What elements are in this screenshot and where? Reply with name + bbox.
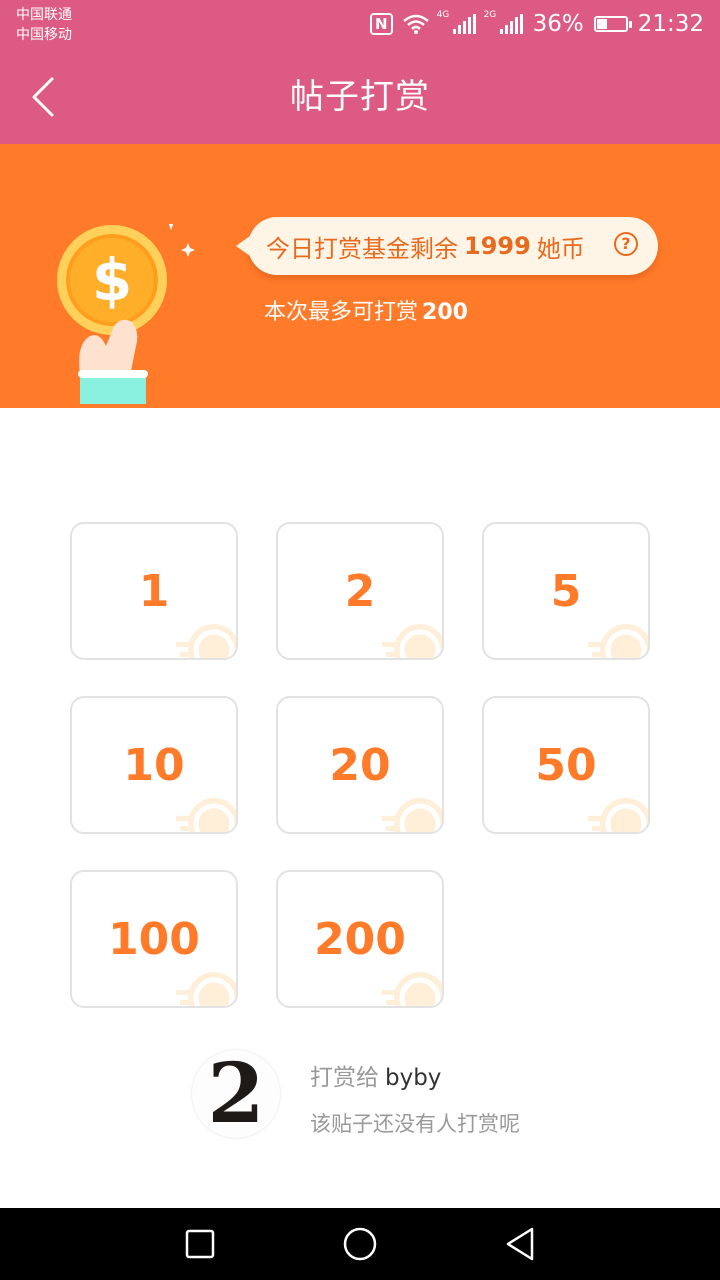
coin-watermark-icon [176, 798, 236, 832]
coin-watermark-icon [176, 624, 236, 658]
status-icons: N 4G 2G 36% 21:32 [370, 8, 704, 40]
svg-text:$: $ [92, 246, 132, 314]
amount-option[interactable]: 10 [70, 696, 238, 834]
coin-watermark-icon [176, 972, 236, 1006]
fund-prefix: 今日打赏基金剩余 [266, 234, 458, 263]
amount-option[interactable]: 100 [70, 870, 238, 1008]
carrier-info: 中国联通 中国移动 [16, 5, 72, 45]
home-icon [343, 1227, 377, 1261]
help-icon[interactable]: ? [614, 232, 638, 256]
amount-value: 50 [535, 739, 597, 791]
recipient-info: 2 打赏给 byby 该贴子还没有人打赏呢 [192, 1050, 592, 1140]
back-triangle-icon [506, 1227, 534, 1261]
recent-apps-button[interactable] [178, 1222, 222, 1266]
coin-hand-illustration: $ [57, 224, 195, 404]
fund-amount: 1999 [464, 232, 531, 260]
coin-watermark-icon [382, 972, 442, 1006]
limit-amount: 200 [422, 300, 468, 325]
nfc-icon: N [370, 13, 393, 35]
signal-2g-icon: 2G [484, 10, 523, 34]
back-nav-button[interactable] [498, 1222, 542, 1266]
avatar[interactable]: 2 [192, 1050, 280, 1138]
avatar-text: 2 [207, 1050, 265, 1138]
fund-unit: 她币 [536, 234, 585, 263]
amount-value: 20 [329, 739, 391, 791]
amount-option[interactable]: 1 [70, 522, 238, 660]
carrier-1: 中国联通 [16, 7, 72, 23]
fund-balance-bubble: 今日打赏基金剩余 1999 她币 ? [236, 217, 658, 275]
amount-option[interactable]: 200 [276, 870, 444, 1008]
amount-value: 100 [108, 913, 200, 965]
amount-value: 200 [314, 913, 406, 965]
amount-option[interactable]: 5 [482, 522, 650, 660]
amount-option[interactable]: 20 [276, 696, 444, 834]
reward-to: 打赏给 byby [310, 1058, 441, 1092]
amount-value: 10 [123, 739, 185, 791]
coin-watermark-icon [588, 624, 648, 658]
clock: 21:32 [637, 11, 704, 37]
amount-option[interactable]: 50 [482, 696, 650, 834]
amount-value: 5 [550, 565, 582, 617]
system-nav-bar [0, 1208, 720, 1280]
battery-percent: 36% [532, 11, 584, 37]
coin-watermark-icon [588, 798, 648, 832]
no-reward-note: 该贴子还没有人打赏呢 [310, 1112, 520, 1136]
reward-limit: 本次最多可打赏 200 [264, 294, 468, 326]
wifi-icon [402, 14, 429, 34]
app-bar: 帖子打赏 [0, 50, 720, 144]
recipient-name[interactable]: byby [385, 1065, 441, 1091]
amount-value: 2 [344, 565, 376, 617]
battery-icon [593, 16, 632, 32]
page-title: 帖子打赏 [290, 77, 430, 117]
amount-option[interactable]: 2 [276, 522, 444, 660]
home-button[interactable] [338, 1222, 382, 1266]
recent-apps-icon [185, 1229, 215, 1259]
reward-to-label: 打赏给 [310, 1065, 379, 1091]
amount-value: 1 [138, 565, 170, 617]
coin-watermark-icon [382, 798, 442, 832]
limit-label: 本次最多可打赏 [264, 300, 419, 325]
coin-watermark-icon [382, 624, 442, 658]
status-bar: 中国联通 中国移动 N 4G 2G 36% 21:32 [0, 0, 720, 50]
signal-4g-icon: 4G [437, 10, 476, 34]
carrier-2: 中国移动 [16, 27, 72, 43]
reward-banner: $ 今日打赏基金剩余 1999 她币 ? 本次最多可打赏 200 [0, 144, 720, 408]
